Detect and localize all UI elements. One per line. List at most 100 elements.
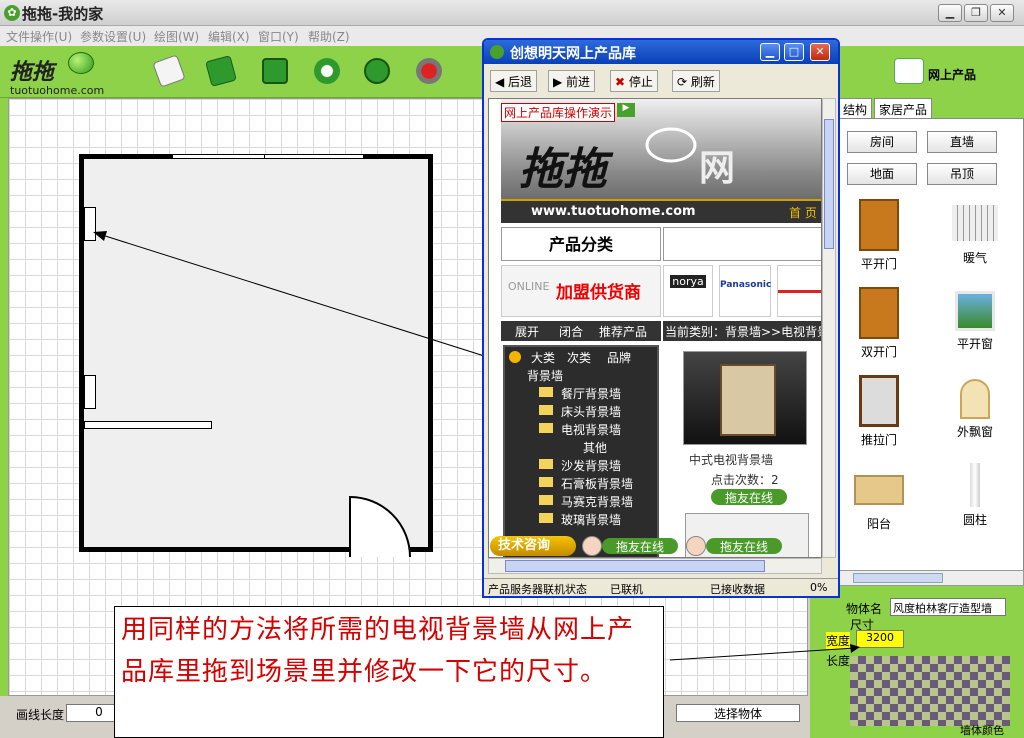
menu-edit[interactable]: 编辑(X) [208, 28, 250, 45]
object-name-input[interactable]: 风度柏林客厅造型墙 [890, 598, 1006, 616]
online-products-label[interactable]: 网上产品 [928, 66, 976, 83]
browser-minimize-button[interactable]: ▁ [760, 43, 780, 61]
door-icon [859, 199, 899, 251]
logo-dot [68, 52, 94, 74]
online-products-icon[interactable] [894, 58, 924, 84]
browser-horizontal-scrollbar[interactable] [488, 558, 822, 574]
tree-node[interactable]: 电视背景墙 [561, 421, 621, 438]
open-folder-icon[interactable] [152, 54, 186, 88]
menu-file[interactable]: 文件操作(U) [6, 28, 72, 45]
tech-consult-button[interactable]: 技术咨询 [490, 536, 576, 556]
collapse-link[interactable]: 闭合 [559, 323, 583, 340]
url-strip: www.tuotuohome.com 首 页 [501, 199, 821, 223]
left-strip [0, 98, 8, 698]
online-button-2[interactable]: 拖友在线 [602, 538, 678, 554]
folder-icon [539, 477, 553, 487]
product-image[interactable] [683, 351, 807, 445]
browser-vertical-scrollbar[interactable] [822, 98, 836, 558]
minimize-button[interactable]: ▁ [938, 4, 962, 22]
item-label: 平开窗 [956, 337, 993, 351]
play-icon[interactable]: ▶ [617, 103, 635, 117]
item-double-door[interactable]: 双开门 [839, 283, 919, 367]
tree-controls: 展开 闭合 推荐产品 [501, 321, 661, 341]
right-panel-scrollbar[interactable] [838, 570, 1024, 586]
caption-arrow [669, 644, 860, 661]
product-panel [720, 364, 776, 436]
tree-node[interactable]: 餐厅背景墙 [561, 385, 621, 402]
menu-help[interactable]: 帮助(Z) [308, 28, 350, 45]
stop-button[interactable]: ✖ 停止 [610, 70, 658, 92]
maximize-button[interactable]: ❐ [964, 4, 988, 22]
item-bay-window[interactable]: 外飘窗 [935, 371, 1015, 455]
browser-maximize-button[interactable]: □ [784, 43, 804, 61]
tree-node[interactable]: 背景墙 [527, 367, 563, 384]
tab-structure[interactable]: 结构 [838, 98, 873, 118]
back-icon: ◀ [495, 75, 509, 89]
straight-wall-button[interactable]: 直墙 [927, 131, 997, 153]
tree-node[interactable]: 马赛克背景墙 [561, 493, 633, 510]
folder-icon [539, 423, 553, 433]
ceiling-button[interactable]: 吊顶 [927, 163, 997, 185]
room-button[interactable]: 房间 [847, 131, 917, 153]
site-logo-suffix: 网 [699, 148, 736, 189]
menu-settings[interactable]: 参数设置(U) [80, 28, 146, 45]
window-title: 拖拖-我的家 [22, 5, 104, 23]
tree-header-brand[interactable]: 品牌 [607, 349, 631, 366]
tree-header-major[interactable]: 大类 [531, 349, 555, 366]
right-panel-header: 网上产品 [810, 46, 1024, 98]
select-object-field[interactable]: 选择物体 [676, 704, 800, 722]
vscroll-thumb[interactable] [824, 119, 834, 249]
menu-window[interactable]: 窗口(Y) [258, 28, 299, 45]
item-radiator[interactable]: 暖气 [935, 195, 1015, 279]
demo-link[interactable]: 网上产品库操作演示 [501, 103, 616, 122]
brand-other[interactable] [777, 265, 821, 317]
tree-node[interactable]: 玻璃背景墙 [561, 511, 621, 528]
connected-status: 已联机 [610, 583, 643, 596]
line-length-label: 画线长度 [16, 708, 65, 722]
refresh-icon[interactable] [314, 58, 340, 84]
stop-icon[interactable] [416, 58, 442, 84]
book-icon[interactable] [205, 55, 237, 87]
online-button[interactable]: 拖友在线 [711, 489, 787, 505]
product-name[interactable]: 中式电视背景墙 [689, 451, 773, 468]
hscroll-thumb[interactable] [505, 560, 765, 572]
forward-icon: ▶ [553, 75, 567, 89]
tree-node[interactable]: 石膏板背景墙 [561, 475, 633, 492]
close-button[interactable]: ✕ [990, 4, 1014, 22]
home-link[interactable]: 首 页 [789, 204, 817, 221]
item-column[interactable]: 圆柱 [935, 459, 1015, 543]
tree-header-minor[interactable]: 次类 [567, 349, 591, 366]
ceiling-label: 吊顶 [949, 167, 974, 181]
browser-content: 网上产品库操作演示 ▶ 拖拖 网 www.tuotuohome.com 首 页 … [488, 98, 822, 558]
save-icon[interactable] [262, 58, 288, 84]
recommended-link[interactable]: 推荐产品 [599, 323, 647, 340]
brand-norya[interactable]: norya [663, 265, 713, 317]
refresh-button[interactable]: ⟳ 刷新 [672, 70, 720, 92]
back-button[interactable]: ◀ 后退 [490, 70, 538, 92]
browser-close-button[interactable]: ✕ [810, 43, 830, 61]
product-library-icon [490, 45, 504, 59]
item-label: 推拉门 [860, 433, 897, 447]
item-label: 暖气 [962, 251, 987, 265]
item-swing-window[interactable]: 平开窗 [935, 283, 1015, 367]
tree-node[interactable]: 床头背景墙 [561, 403, 621, 420]
item-swing-door[interactable]: 平开门 [839, 195, 919, 279]
expand-link[interactable]: 展开 [515, 323, 539, 340]
menu-draw[interactable]: 绘图(W) [154, 28, 199, 45]
right-panel-body: 房间 直墙 地面 吊顶 平开门 暖气 双开门 平开窗 推拉门 外飘窗 阳台 圆柱 [838, 118, 1024, 578]
join-banner[interactable]: ONLINE 加盟供货商 [501, 265, 661, 317]
folder-icon [539, 495, 553, 505]
tree-node[interactable]: 其他 [583, 439, 607, 456]
online-button-3[interactable]: 拖友在线 [706, 538, 782, 554]
tab-home-products[interactable]: 家居产品 [874, 98, 933, 118]
brand-panasonic[interactable]: Panasonic [719, 265, 771, 317]
floor-button[interactable]: 地面 [847, 163, 917, 185]
tree-node[interactable]: 沙发背景墙 [561, 457, 621, 474]
forward-button[interactable]: ▶ 前进 [548, 70, 596, 92]
title-bar: ✿ 拖拖-我的家 ▁ ❐ ✕ [0, 0, 1024, 26]
item-balcony[interactable]: 阳台 [839, 459, 919, 543]
sync-icon[interactable] [364, 58, 390, 84]
scroll-thumb[interactable] [853, 573, 943, 583]
category-blank [663, 227, 821, 261]
item-sliding-door[interactable]: 推拉门 [839, 371, 919, 455]
